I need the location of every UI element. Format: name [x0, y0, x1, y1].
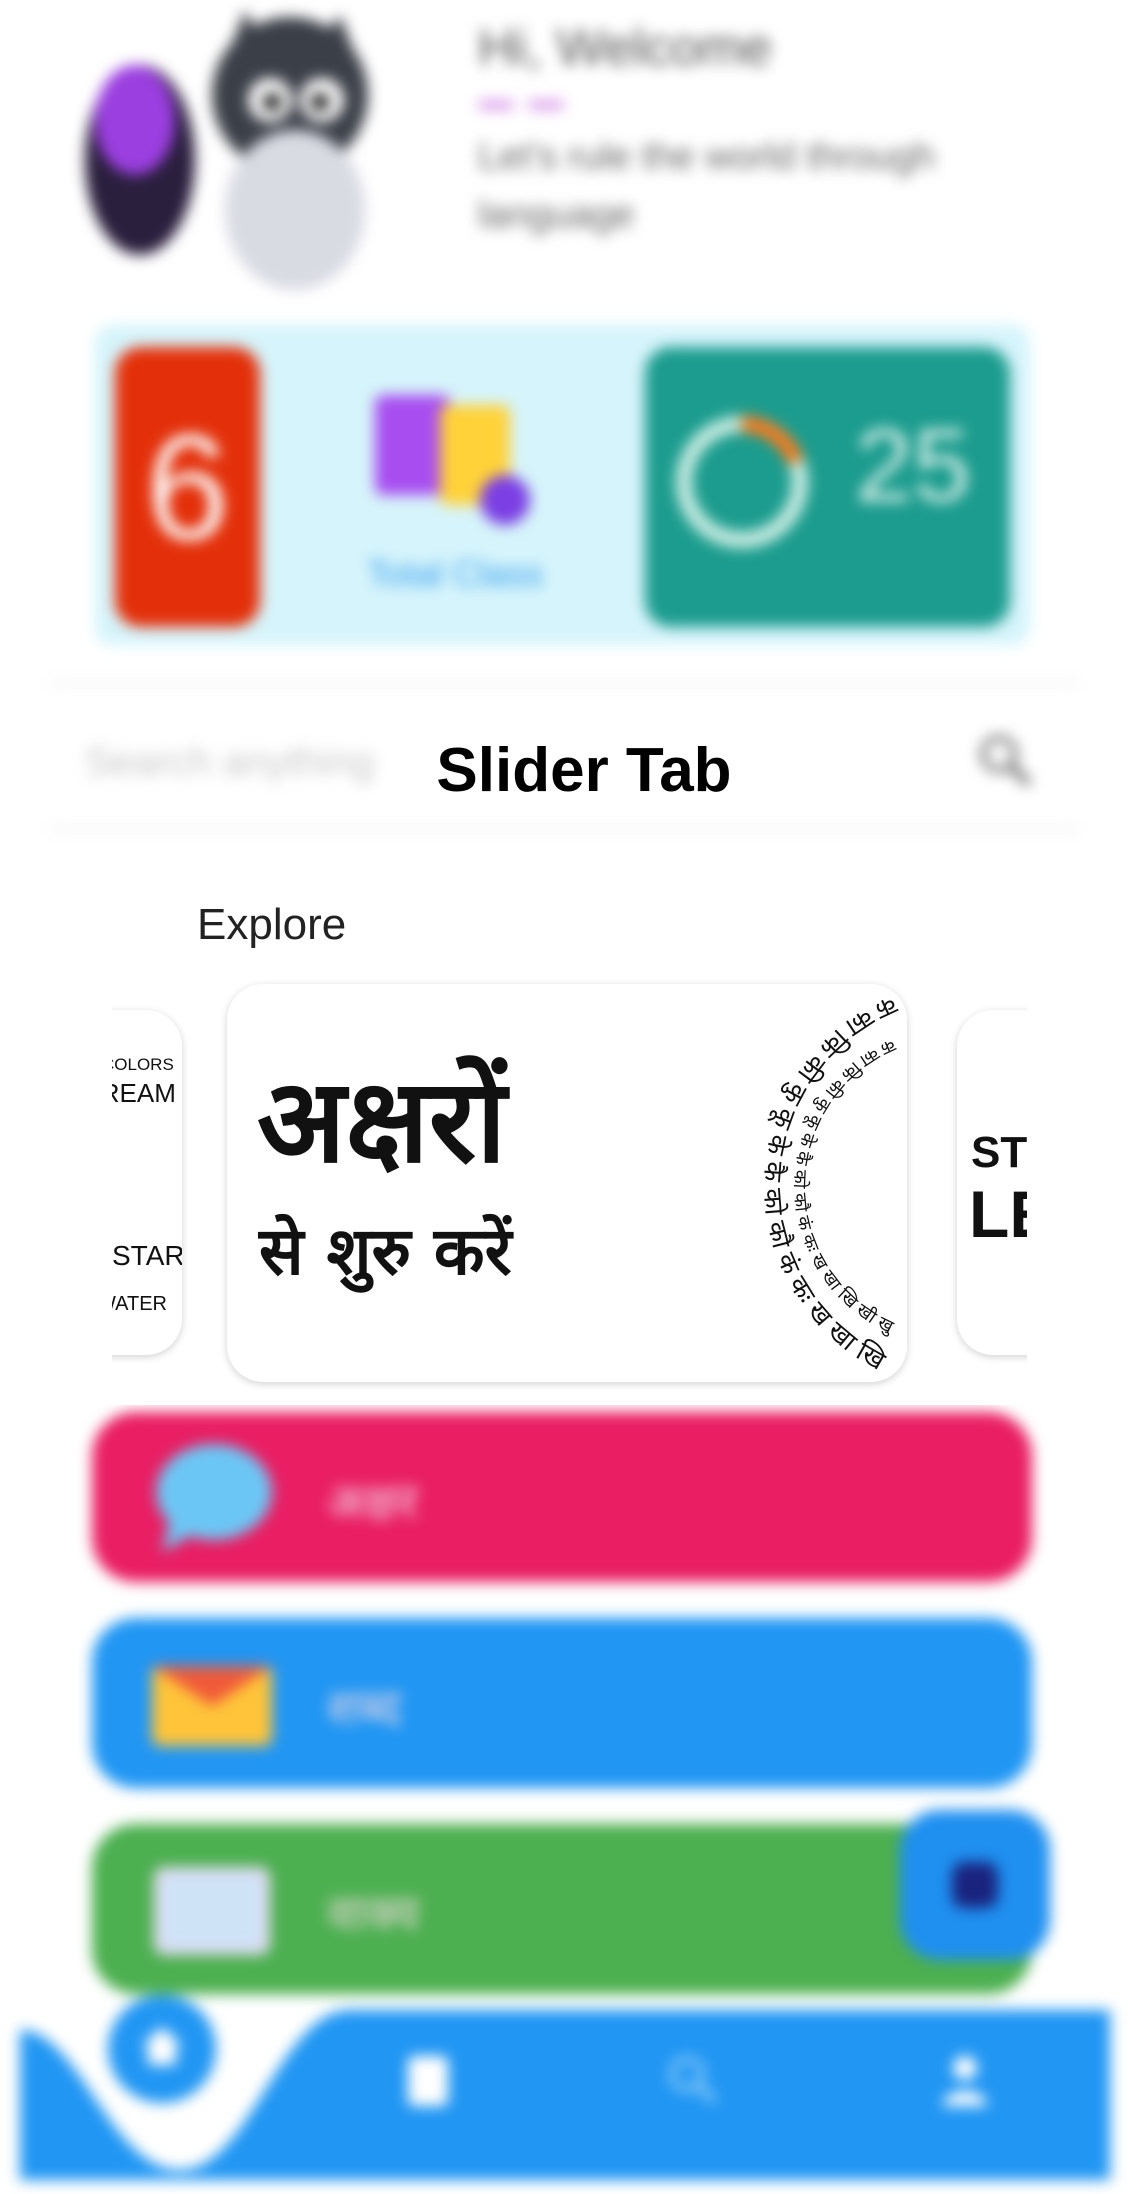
- slide-headline: अक्षरों: [257, 1054, 507, 1189]
- nav-search-icon[interactable]: [663, 2050, 723, 2110]
- explore-slider[interactable]: COLORS DREAM STAR WATER अक्षरों से शुरु …: [112, 980, 1027, 1400]
- row-akshar[interactable]: अक्षर: [92, 1412, 1032, 1582]
- count-card[interactable]: 6: [115, 347, 260, 627]
- progress-card[interactable]: 25: [645, 347, 1010, 627]
- divider-bottom: [50, 828, 1080, 830]
- nav-home-button[interactable]: [108, 1995, 216, 2103]
- slide-next[interactable]: ST LE: [957, 1010, 1027, 1355]
- app-screen: Hi, Welcome Let's rule the world through…: [0, 0, 1128, 2194]
- explore-title: Explore: [197, 900, 347, 949]
- slide-next-line2: LE: [969, 1177, 1027, 1251]
- document-icon[interactable]: [398, 2050, 458, 2110]
- greeting-dots: [478, 96, 598, 109]
- greeting-subtitle: Let's rule the world through language: [478, 136, 936, 236]
- svg-text:STAR: STAR: [112, 1240, 182, 1271]
- stats-panel: 6 Total Class 25: [95, 325, 1030, 645]
- row-vakya[interactable]: वाक्य: [92, 1824, 1032, 1994]
- slide-previous[interactable]: COLORS DREAM STAR WATER: [112, 1010, 182, 1355]
- book-icon: [154, 1867, 270, 1955]
- greeting-title: Hi, Welcome: [478, 19, 772, 77]
- row-shabd[interactable]: शब्द: [92, 1618, 1032, 1788]
- divider-top: [50, 682, 1080, 684]
- total-class-label: Total Class: [366, 553, 544, 594]
- letter-ring-art: क का कि की कु कू के कै को कौ कं कः ख खा …: [667, 984, 902, 1380]
- progress-value: 25: [855, 408, 971, 524]
- mascot-avatar: [85, 10, 368, 290]
- progress-ring-icon: [676, 416, 808, 548]
- slide-next-line1: ST: [971, 1128, 1027, 1177]
- books-icon: [375, 395, 530, 525]
- slide-previous-art: COLORS DREAM STAR WATER: [112, 1055, 182, 1315]
- envelope-icon: [152, 1666, 272, 1746]
- total-class-card[interactable]: Total Class: [365, 385, 545, 605]
- row-label-akshar: अक्षर: [327, 1476, 418, 1529]
- slider-tab-label: Slider Tab: [436, 736, 732, 805]
- svg-text:WATER: WATER: [112, 1293, 167, 1315]
- chat-bubble-icon: [156, 1444, 272, 1552]
- row-label-vakya: वाक्य: [327, 1888, 420, 1941]
- home-icon: [142, 2027, 182, 2065]
- svg-text:DREAM: DREAM: [112, 1078, 176, 1108]
- slide-current[interactable]: अक्षरों से शुरु करें क का कि की कु कू के…: [227, 984, 907, 1382]
- slide-subheadline: से शुरु करें: [259, 1213, 512, 1290]
- profile-icon[interactable]: [935, 2050, 995, 2110]
- floating-action-button[interactable]: [900, 1810, 1050, 1960]
- svg-text:COLORS: COLORS: [112, 1055, 174, 1074]
- fab-icon: [952, 1862, 998, 1908]
- row-label-shabd: शब्द: [327, 1682, 402, 1735]
